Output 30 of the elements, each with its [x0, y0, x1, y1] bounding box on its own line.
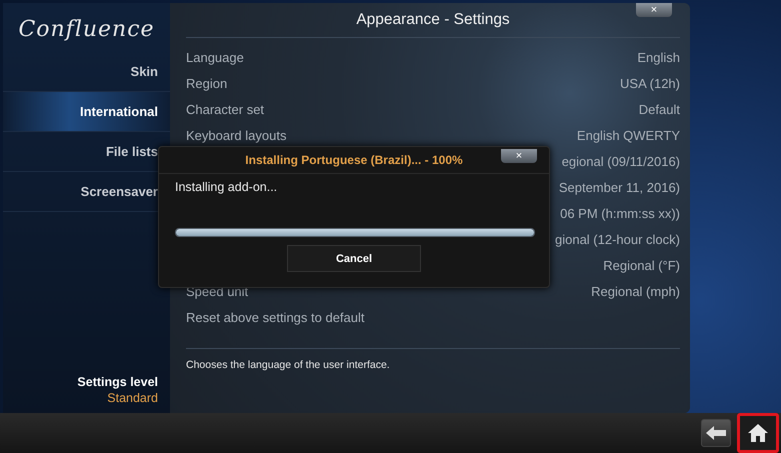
- setting-value: Regional (mph): [591, 284, 680, 298]
- setting-label[interactable]: Region: [186, 76, 228, 90]
- sidebar-item[interactable]: International: [3, 92, 170, 132]
- setting-value: English: [637, 50, 680, 64]
- dialog-close-button[interactable]: ×: [501, 149, 537, 163]
- settings-level-value[interactable]: Standard: [3, 391, 158, 405]
- setting-description: Chooses the language of the user interface.: [186, 348, 680, 371]
- settings-level-label: Settings level: [76, 375, 158, 389]
- setting-value: English QWERTY: [576, 128, 680, 142]
- setting-value: 06 PM (h:mm:ss xx)): [560, 206, 680, 220]
- home-icon: [747, 423, 769, 443]
- back-arrow-icon: [706, 426, 726, 440]
- setting-label[interactable]: Keyboard layouts: [186, 128, 286, 142]
- home-button[interactable]: [737, 413, 779, 453]
- setting-label[interactable]: Language: [186, 50, 244, 64]
- app-logo: Confluence: [17, 16, 156, 44]
- setting-value: USA (12h): [620, 76, 680, 90]
- back-button[interactable]: [701, 419, 731, 447]
- setting-value: egional (09/11/2016): [562, 154, 680, 168]
- setting-label[interactable]: Reset above settings to default: [186, 310, 365, 324]
- window-title: Appearance - Settings: [356, 11, 510, 29]
- setting-value: gional (12-hour clock): [554, 232, 680, 246]
- setting-label[interactable]: Character set: [186, 102, 264, 116]
- setting-value: Default: [638, 102, 680, 116]
- setting-value: Regional (°F): [603, 258, 680, 272]
- cancel-button[interactable]: Cancel: [287, 245, 421, 272]
- dialog-message: Installing add-on...: [174, 179, 278, 194]
- dialog-title: Installing Portuguese (Brazil)... - 100%: [245, 153, 463, 167]
- setting-value: September 11, 2016): [558, 180, 680, 194]
- close-button[interactable]: ×: [636, 3, 672, 17]
